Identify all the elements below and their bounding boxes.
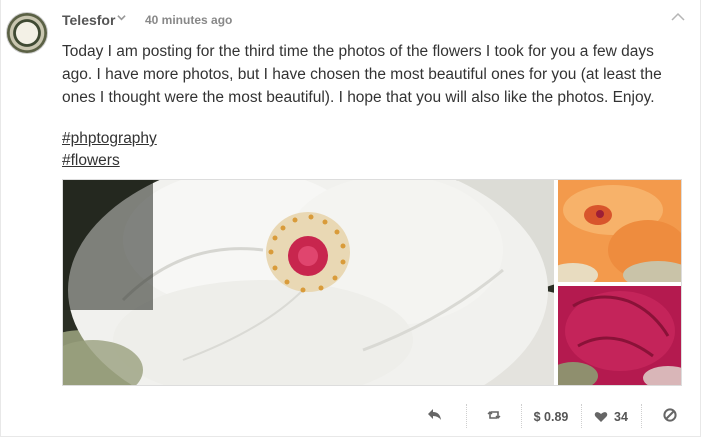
reshare-icon xyxy=(487,408,501,427)
post-card: Telesfor 40 minutes ago Today I am posti… xyxy=(0,0,701,437)
tag-phptography[interactable]: #phptography xyxy=(62,128,157,150)
photo-white-rose[interactable] xyxy=(63,180,554,385)
heart-icon xyxy=(594,411,608,423)
chevron-down-icon[interactable] xyxy=(117,13,126,25)
post-actions: $ 0.89 34 xyxy=(411,401,696,433)
post-text: Today I am posting for the third time th… xyxy=(62,43,662,106)
post-body: Today I am posting for the third time th… xyxy=(62,40,682,109)
payout-button[interactable]: $ 0.89 xyxy=(529,401,573,433)
avatar[interactable] xyxy=(6,12,48,54)
photo-pink-flower[interactable] xyxy=(558,286,681,385)
like-count: 34 xyxy=(614,410,628,424)
reply-icon xyxy=(427,408,442,426)
payout-value: $ 0.89 xyxy=(533,410,569,424)
block-icon xyxy=(663,407,677,427)
post-timestamp[interactable]: 40 minutes ago xyxy=(145,13,232,27)
tag-list: #phptography #flowers xyxy=(62,128,157,172)
chevron-up-icon[interactable] xyxy=(670,10,686,26)
reshare-button[interactable] xyxy=(479,401,509,433)
reply-button[interactable] xyxy=(419,401,449,433)
photo-orange-flower[interactable] xyxy=(558,180,681,282)
author-name[interactable]: Telesfor xyxy=(62,12,115,28)
tag-flowers[interactable]: #flowers xyxy=(62,150,120,172)
like-button[interactable]: 34 xyxy=(589,401,633,433)
photo-gallery xyxy=(62,179,682,386)
flag-button[interactable] xyxy=(655,401,685,433)
